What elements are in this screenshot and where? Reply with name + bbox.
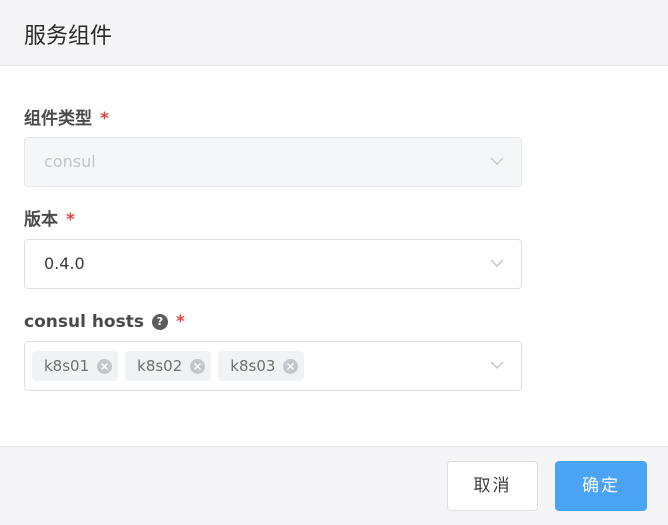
host-tag: k8s01 bbox=[32, 351, 119, 381]
version-select[interactable]: 0.4.0 bbox=[24, 239, 522, 289]
required-mark: * bbox=[175, 312, 185, 332]
version-label-text: 版本 bbox=[24, 210, 58, 230]
chevron-down-icon[interactable] bbox=[490, 358, 504, 372]
version-value: 0.4.0 bbox=[44, 254, 85, 273]
dialog-title: 服务组件 bbox=[24, 24, 113, 49]
close-icon[interactable] bbox=[283, 358, 299, 374]
host-tag-label: k8s01 bbox=[44, 357, 90, 375]
component-type-select: consul bbox=[24, 137, 522, 187]
required-mark: * bbox=[100, 109, 109, 129]
required-mark: * bbox=[66, 210, 75, 230]
host-tag-label: k8s02 bbox=[137, 357, 183, 375]
close-icon[interactable] bbox=[190, 358, 206, 374]
service-component-dialog: 服务组件 组件类型 * consul 版本 * 0.4.0 consul hos… bbox=[0, 0, 668, 525]
version-label: 版本 * bbox=[24, 209, 75, 231]
consul-hosts-label-text: consul hosts bbox=[24, 312, 144, 332]
dialog-header: 服务组件 bbox=[0, 0, 668, 66]
host-tag: k8s03 bbox=[218, 351, 305, 381]
component-type-label: 组件类型 * bbox=[24, 108, 109, 130]
host-tag: k8s02 bbox=[125, 351, 212, 381]
question-circle-icon[interactable]: ? bbox=[151, 314, 168, 330]
confirm-button[interactable]: 确定 bbox=[555, 461, 647, 511]
consul-hosts-multiselect[interactable]: k8s01 k8s02 k8s03 bbox=[24, 341, 522, 391]
component-type-label-text: 组件类型 bbox=[24, 109, 92, 129]
close-icon[interactable] bbox=[97, 358, 113, 374]
host-tag-label: k8s03 bbox=[230, 357, 276, 375]
chevron-down-icon[interactable] bbox=[490, 256, 504, 270]
consul-hosts-label: consul hosts ? * bbox=[24, 311, 185, 333]
dialog-footer: 取消 确定 bbox=[0, 446, 668, 525]
selected-hosts-tags: k8s01 k8s02 k8s03 bbox=[32, 351, 311, 381]
chevron-down-icon bbox=[490, 157, 504, 165]
component-type-value: consul bbox=[44, 152, 96, 171]
cancel-button[interactable]: 取消 bbox=[447, 461, 538, 511]
